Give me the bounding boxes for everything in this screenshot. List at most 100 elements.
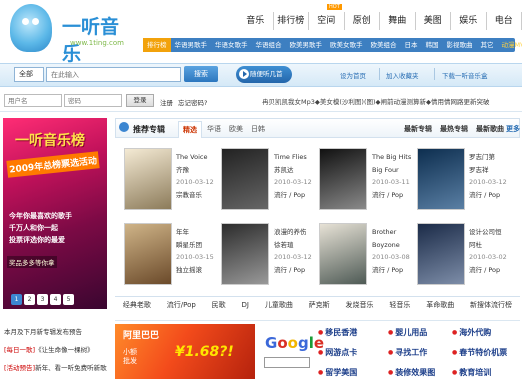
banner-pager: 1 2 3 4 5 bbox=[11, 294, 76, 305]
divider bbox=[0, 111, 522, 112]
subnav-chinese-male[interactable]: 华语男歌手 bbox=[171, 38, 212, 52]
nav-original[interactable]: 原创 bbox=[345, 12, 380, 30]
ad-link[interactable]: 移民香港 bbox=[318, 327, 357, 338]
google-search-input[interactable] bbox=[264, 357, 310, 368]
subnav-charts[interactable]: 排行榜 bbox=[143, 38, 171, 52]
album-info[interactable]: 设计公司恒 阿杜 2010-03-02 流行 / Pop bbox=[469, 226, 521, 276]
subnav-western-group[interactable]: 欧美组合 bbox=[367, 38, 401, 52]
banner-page-2[interactable]: 2 bbox=[24, 294, 35, 305]
random-listen-button[interactable]: 随便听几首 bbox=[236, 66, 292, 83]
tab-newest-songs[interactable]: 最新歌曲 bbox=[476, 124, 504, 134]
ad-link[interactable]: 寻找工作 bbox=[388, 347, 427, 358]
banner-page-4[interactable]: 4 bbox=[50, 294, 61, 305]
genre-link[interactable]: 新搜体流行榜 bbox=[470, 297, 512, 313]
search-button[interactable]: 搜索 bbox=[184, 66, 218, 82]
banner-line-1: 今年你最喜欢的歌手 bbox=[9, 212, 72, 220]
banner-page-1[interactable]: 1 bbox=[11, 294, 22, 305]
forgot-password-link[interactable]: 忘记密码? bbox=[178, 97, 207, 107]
genre-link[interactable]: 革命歌曲 bbox=[426, 297, 454, 313]
tab-chinese[interactable]: 华语 bbox=[207, 124, 221, 134]
notice-item[interactable]: [每日一歌]《让生命像一棵树》 bbox=[4, 344, 94, 354]
sub-nav: 排行榜 华语男歌手 华语女歌手 华语组合 欧美男歌手 欧美女歌手 欧美组合 日本… bbox=[143, 38, 522, 52]
chart-vote-banner[interactable]: 一听音乐榜 2009年总榜票选活动 今年你最喜欢的歌手 千万人和你一起 投票评选… bbox=[3, 118, 107, 309]
site-logo[interactable]: 一听音乐 www.1ting.com bbox=[10, 4, 130, 65]
hot-badge: HOT bbox=[327, 4, 342, 10]
subnav-korea[interactable]: 韩国 bbox=[422, 38, 443, 52]
notice-item[interactable]: [活动预告]新年、看一听免费听新歌 bbox=[4, 362, 107, 372]
genre-link[interactable]: 轻音乐 bbox=[389, 297, 410, 313]
ad-link[interactable]: 春节特价机票 bbox=[452, 347, 507, 358]
news-marquee[interactable]: 冉贝凯凯我女Mp3◆美女模(沙利图)(图)◆闸前动漫测算新◆情用情网路更新突破 bbox=[262, 96, 520, 106]
add-favorite-link[interactable]: 加入收藏夹 bbox=[386, 70, 419, 80]
subnav-western-male[interactable]: 欧美男歌手 bbox=[286, 38, 327, 52]
genre-link[interactable]: 发烧音乐 bbox=[346, 297, 374, 313]
subnav-japan[interactable]: 日本 bbox=[401, 38, 422, 52]
password-field[interactable] bbox=[64, 94, 122, 107]
album-cover[interactable] bbox=[319, 148, 367, 210]
nav-entertainment[interactable]: 娱乐 bbox=[451, 12, 487, 30]
nav-space[interactable]: 空间 bbox=[309, 12, 345, 30]
banner-page-3[interactable]: 3 bbox=[37, 294, 48, 305]
login-button[interactable]: 登录 bbox=[126, 94, 154, 107]
tab-japan-korea[interactable]: 日韩 bbox=[251, 124, 265, 134]
download-player-link[interactable]: 下载一听音乐盒 bbox=[442, 70, 488, 80]
nav-charts[interactable]: 排行榜 bbox=[274, 12, 309, 30]
album-cover[interactable] bbox=[221, 223, 269, 285]
album-panel-icon bbox=[119, 122, 129, 132]
genre-link[interactable]: DJ bbox=[242, 297, 249, 313]
dolphin-mascot-icon bbox=[10, 4, 52, 52]
genre-bar: 经典老歌 流行/Pop 民歌 DJ 儿童歌曲 萨克斯 发烧音乐 轻音乐 革命歌曲… bbox=[115, 296, 520, 313]
ad-link[interactable]: 婴儿用品 bbox=[388, 327, 427, 338]
alibaba-ad[interactable]: 阿里巴巴 小额 批发 ¥1.68?! bbox=[115, 324, 255, 379]
tab-newest-albums[interactable]: 最新专辑 bbox=[404, 124, 432, 134]
album-cover[interactable] bbox=[417, 148, 465, 210]
album-cover[interactable] bbox=[124, 148, 172, 210]
album-info[interactable]: 罗志门第 罗志祥 2010-03-12 流行 / Pop bbox=[469, 151, 521, 201]
ad-price: ¥1.68?! bbox=[175, 344, 234, 360]
subnav-western-female[interactable]: 欧美女歌手 bbox=[326, 38, 367, 52]
ad-link[interactable]: 装修效果图 bbox=[388, 367, 435, 378]
search-category-select[interactable]: 全部 bbox=[14, 67, 44, 82]
ad-copy: 小额 批发 bbox=[123, 348, 137, 365]
divider bbox=[434, 68, 435, 80]
genre-link[interactable]: 经典老歌 bbox=[123, 297, 151, 313]
banner-line-2: 千万人和你一起 bbox=[9, 224, 58, 232]
nav-dance[interactable]: 舞曲 bbox=[380, 12, 416, 30]
subnav-anime-mv[interactable]: 动漫MV bbox=[498, 38, 522, 52]
nav-music[interactable]: 音乐 bbox=[238, 12, 274, 30]
tab-western[interactable]: 欧美 bbox=[229, 124, 243, 134]
subnav-chinese-female[interactable]: 华语女歌手 bbox=[211, 38, 252, 52]
ad-link[interactable]: 海外代购 bbox=[452, 327, 491, 338]
genre-link[interactable]: 民歌 bbox=[212, 297, 226, 313]
ad-title: 阿里巴巴 bbox=[123, 331, 160, 341]
genre-link[interactable]: 儿童歌曲 bbox=[265, 297, 293, 313]
notice-item[interactable]: 本月及下月新专辑发布预告 bbox=[4, 326, 82, 336]
more-link[interactable]: 更多 bbox=[506, 124, 520, 134]
tab-hottest-albums[interactable]: 最热专辑 bbox=[440, 124, 468, 134]
album-panel-title: 推荐专辑 bbox=[133, 125, 165, 134]
register-link[interactable]: 注册 bbox=[160, 97, 173, 107]
ad-link[interactable]: 网游点卡 bbox=[318, 347, 357, 358]
google-logo[interactable]: Google bbox=[265, 334, 324, 352]
banner-body: 今年你最喜欢的歌手 千万人和你一起 投票评选你的最爱 bbox=[9, 210, 72, 246]
ad-link[interactable]: 留学美国 bbox=[318, 367, 357, 378]
search-input[interactable] bbox=[46, 67, 181, 82]
nav-radio[interactable]: 电台 bbox=[487, 12, 522, 30]
set-homepage-link[interactable]: 设为首页 bbox=[340, 70, 366, 80]
subnav-other[interactable]: 其它 bbox=[477, 38, 498, 52]
genre-link[interactable]: 流行/Pop bbox=[167, 297, 196, 313]
genre-link[interactable]: 萨克斯 bbox=[309, 297, 330, 313]
username-field[interactable] bbox=[4, 94, 62, 107]
top-nav: 音乐 排行榜 空间 原创 舞曲 美图 娱乐 电台 bbox=[238, 12, 522, 30]
banner-page-5[interactable]: 5 bbox=[63, 294, 74, 305]
logo-url: www.1ting.com bbox=[70, 39, 124, 47]
album-cover[interactable] bbox=[417, 223, 465, 285]
tab-featured[interactable]: 精选 bbox=[178, 121, 202, 138]
ad-link[interactable]: 教育培训 bbox=[452, 367, 491, 378]
album-cover[interactable] bbox=[319, 223, 367, 285]
album-cover[interactable] bbox=[124, 223, 172, 285]
album-cover[interactable] bbox=[221, 148, 269, 210]
subnav-film[interactable]: 影视歌曲 bbox=[443, 38, 477, 52]
subnav-chinese-group[interactable]: 华语组合 bbox=[252, 38, 286, 52]
nav-photos[interactable]: 美图 bbox=[416, 12, 451, 30]
